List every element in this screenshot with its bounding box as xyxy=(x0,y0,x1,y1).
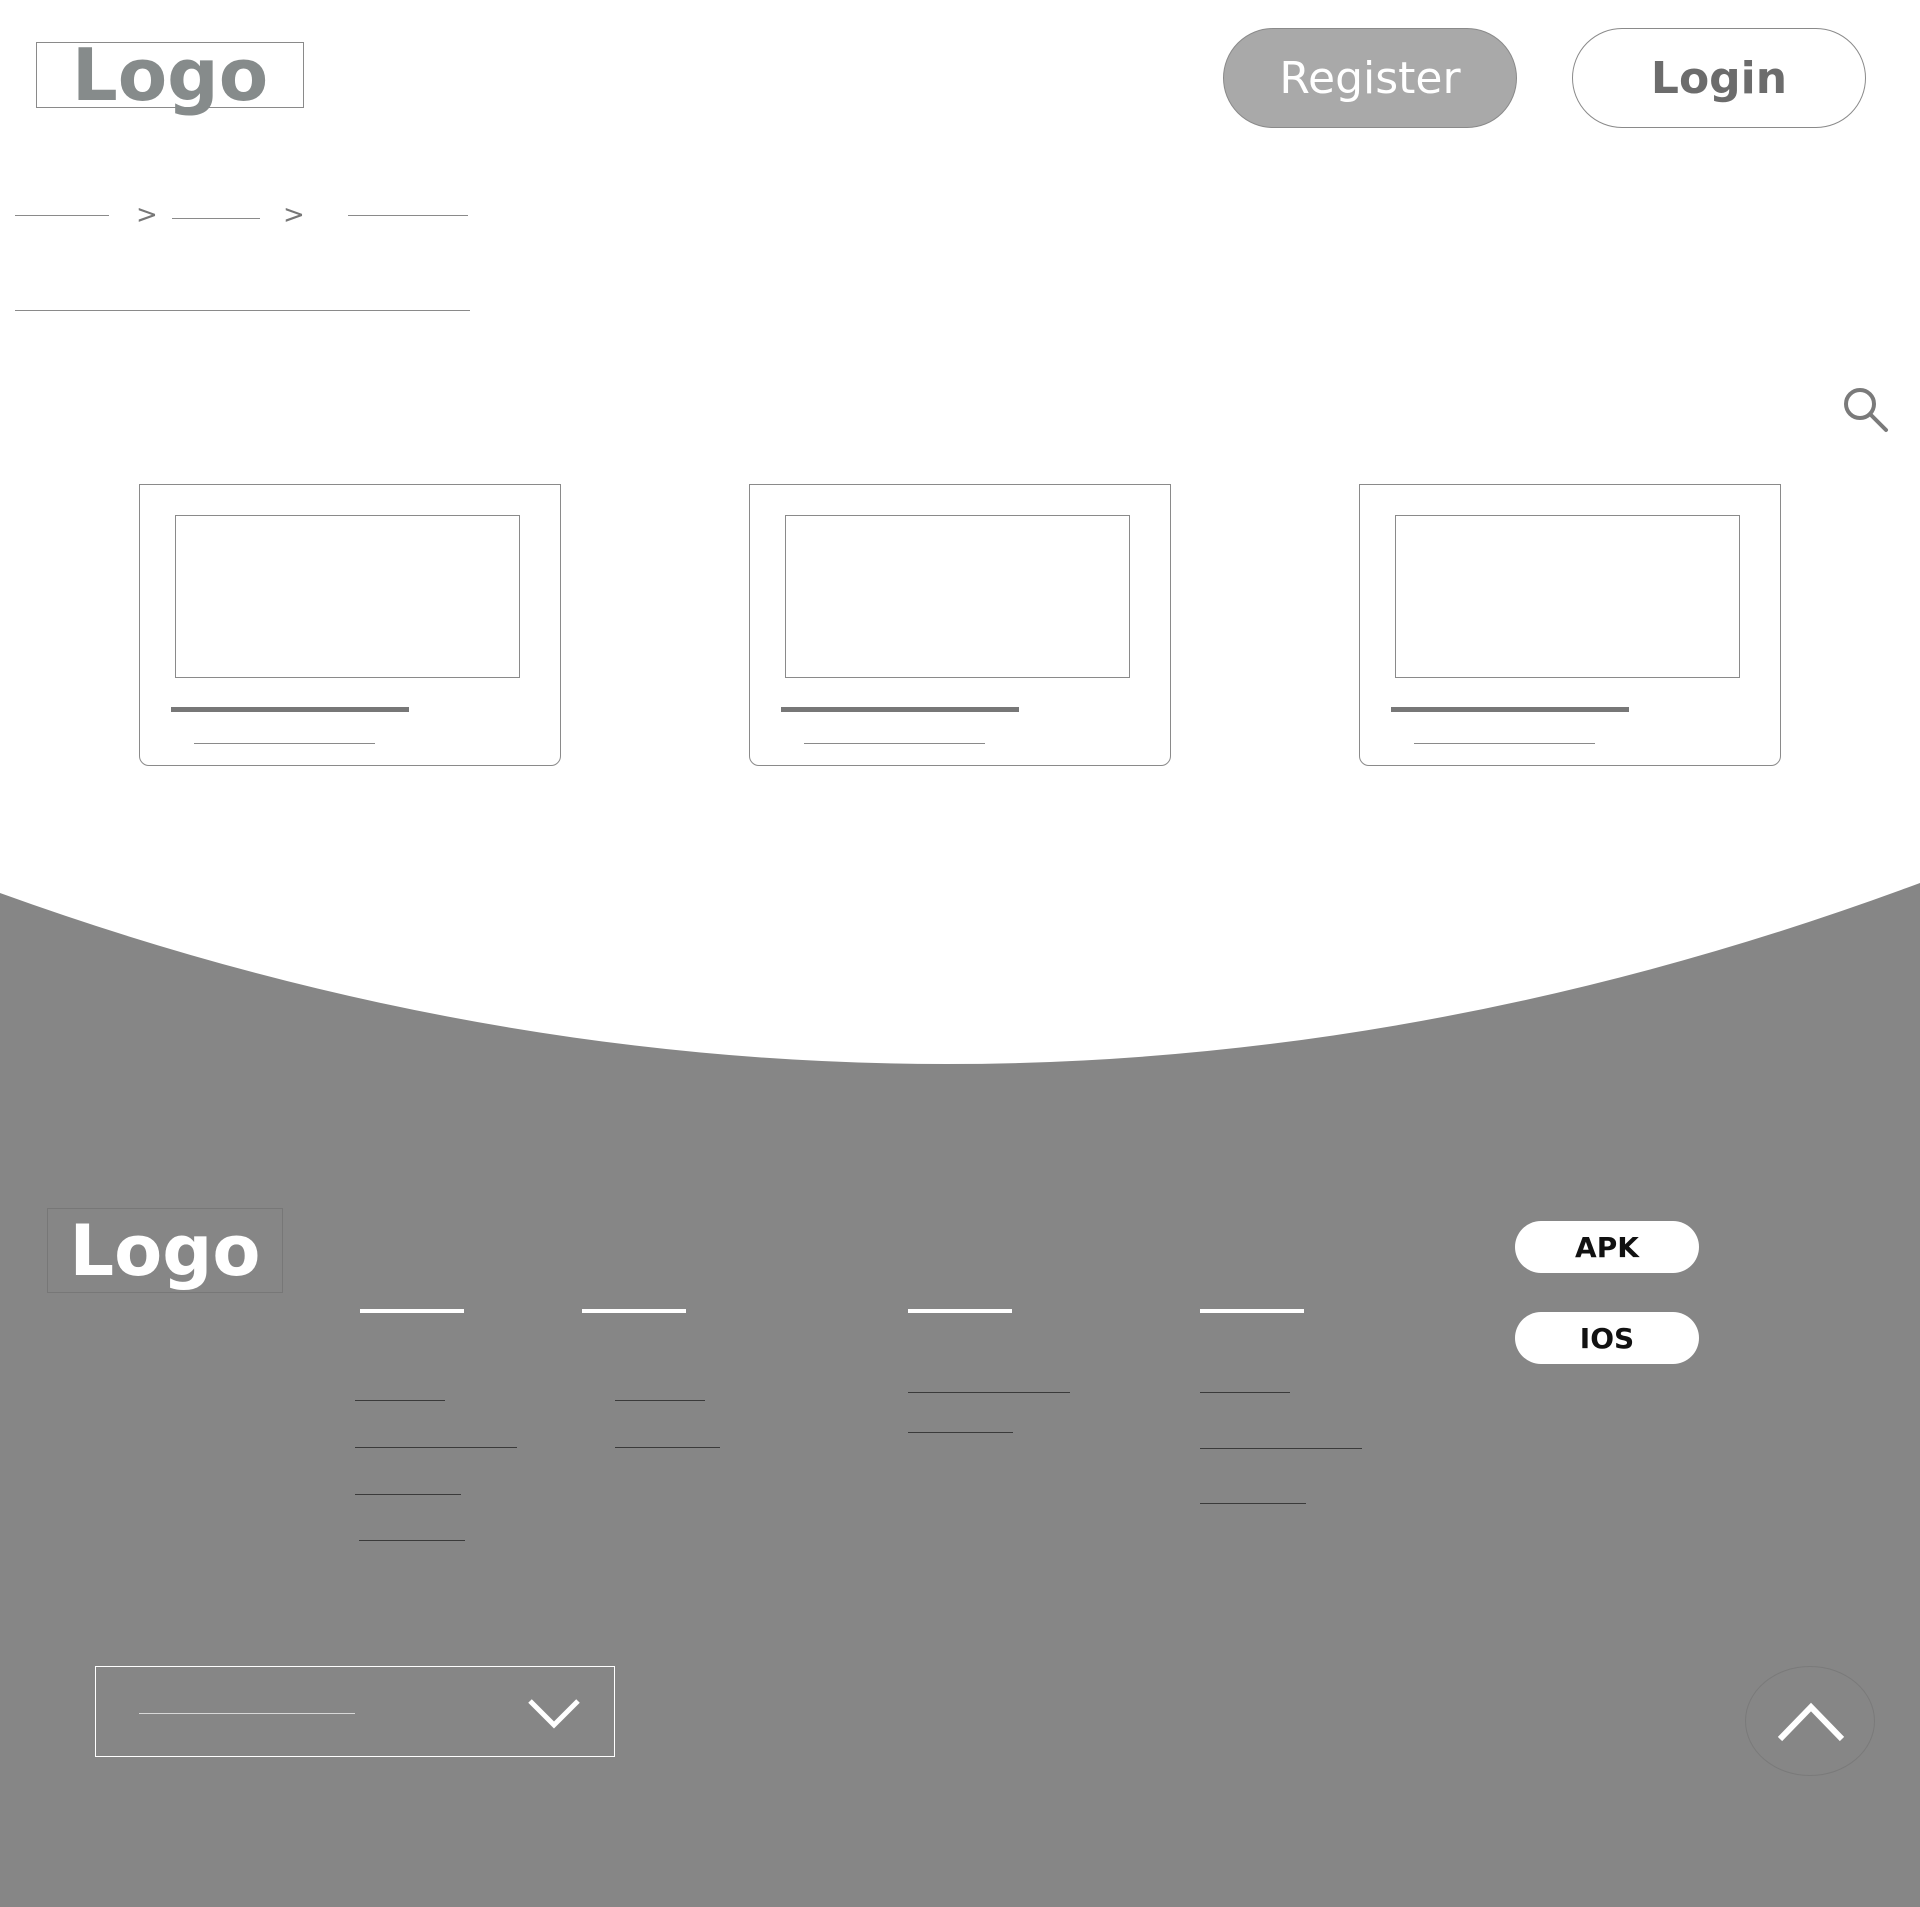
footer-link[interactable] xyxy=(1200,1392,1290,1393)
breadcrumb-item-2[interactable] xyxy=(172,218,260,219)
breadcrumb-item-3[interactable] xyxy=(348,215,468,216)
footer-link[interactable] xyxy=(355,1494,461,1495)
footer-link[interactable] xyxy=(908,1432,1013,1433)
card-title xyxy=(781,707,1019,712)
footer-column-heading xyxy=(908,1309,1012,1313)
header-logo[interactable]: Logo xyxy=(36,33,304,117)
breadcrumb-separator: > xyxy=(283,200,305,230)
chevron-down-icon xyxy=(528,1699,580,1729)
footer-link[interactable] xyxy=(1200,1448,1362,1449)
register-button[interactable]: Register xyxy=(1223,28,1517,128)
ios-download-button[interactable]: IOS xyxy=(1515,1312,1699,1364)
content-card[interactable] xyxy=(1359,484,1781,766)
footer-logo-text: Logo xyxy=(69,1209,261,1292)
login-button[interactable]: Login xyxy=(1572,28,1866,128)
chevron-up-icon xyxy=(1777,1702,1845,1742)
footer-link[interactable] xyxy=(359,1540,465,1541)
footer-column-heading xyxy=(1200,1309,1304,1313)
page-title xyxy=(15,310,470,311)
card-image xyxy=(175,515,520,678)
footer-select-value xyxy=(139,1713,355,1714)
footer-column-heading xyxy=(360,1309,464,1313)
footer-link[interactable] xyxy=(908,1392,1070,1393)
search-button[interactable] xyxy=(1841,385,1889,433)
footer-link[interactable] xyxy=(355,1400,445,1401)
apk-download-button[interactable]: APK xyxy=(1515,1221,1699,1273)
content-card[interactable] xyxy=(749,484,1171,766)
footer-link[interactable] xyxy=(355,1447,517,1448)
login-button-label: Login xyxy=(1650,52,1788,104)
footer-link[interactable] xyxy=(615,1400,705,1401)
search-icon xyxy=(1844,388,1888,432)
card-subtitle xyxy=(1414,743,1595,744)
card-subtitle xyxy=(804,743,985,744)
card-image xyxy=(1395,515,1740,678)
apk-button-label: APK xyxy=(1575,1230,1639,1264)
card-title xyxy=(171,707,409,712)
breadcrumb-item-1[interactable] xyxy=(15,215,109,216)
footer-select[interactable] xyxy=(95,1666,615,1757)
card-title xyxy=(1391,707,1629,712)
back-to-top-button[interactable] xyxy=(1745,1666,1875,1776)
footer-column-heading xyxy=(582,1309,686,1313)
header-logo-text: Logo xyxy=(71,33,269,117)
content-card[interactable] xyxy=(139,484,561,766)
footer-background xyxy=(0,883,1920,1907)
register-button-label: Register xyxy=(1279,52,1461,104)
footer-logo[interactable]: Logo xyxy=(47,1208,283,1293)
card-subtitle xyxy=(194,743,375,744)
breadcrumb-separator: > xyxy=(136,200,158,230)
card-image xyxy=(785,515,1130,678)
ios-button-label: IOS xyxy=(1579,1321,1635,1355)
footer-link[interactable] xyxy=(615,1447,720,1448)
footer-link[interactable] xyxy=(1200,1503,1306,1504)
